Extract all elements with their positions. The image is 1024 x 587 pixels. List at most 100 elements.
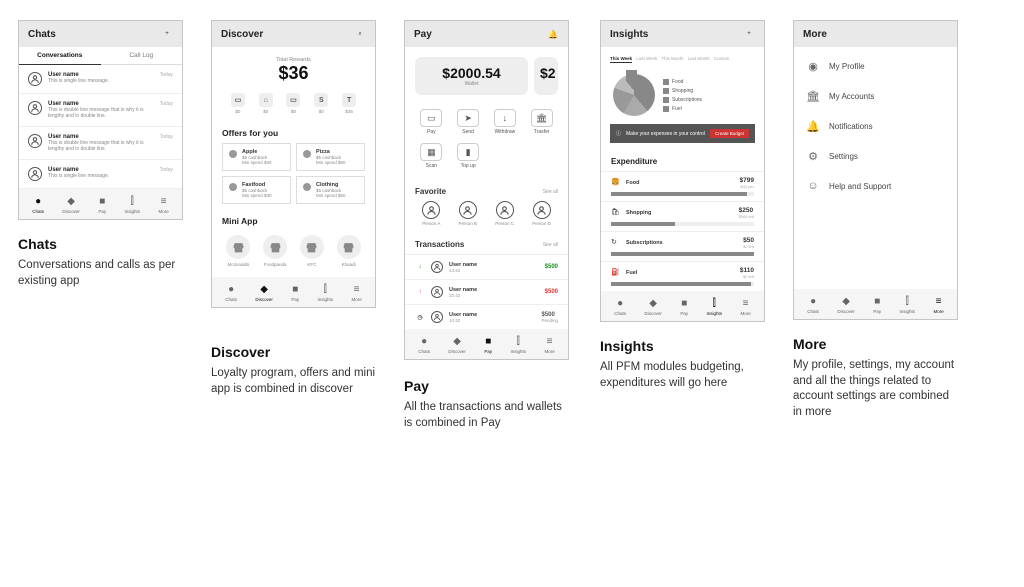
expenditure-list: 🍔Food$799$43 per 🛍Shopping$250$565 left … [601, 171, 764, 291]
add-chat-icon[interactable]: + [161, 28, 173, 40]
period-chip[interactable]: This Week [610, 55, 632, 63]
pay-actions: ▭Pay➤Send↓Withdraw🏛Trasfer ▦Scan▮Top up [405, 103, 568, 179]
tab-insights[interactable]: ⫿Insights [125, 196, 141, 214]
action-icon: ▮ [457, 143, 479, 161]
favorite-person[interactable]: Person C [495, 201, 514, 226]
see-all-link[interactable]: See all [543, 189, 558, 195]
tab-chats[interactable]: ●Chats [418, 336, 430, 354]
tab-chats[interactable]: ●Chats [32, 196, 44, 214]
tab-discover[interactable]: ◆Discover [255, 284, 273, 302]
offer-card[interactable]: Pizza$5 cashbackMin spend $50 [296, 143, 365, 171]
expenditure-row[interactable]: 🍔Food$799$43 per [601, 171, 764, 201]
miniapp-item[interactable]: Khaadi [337, 235, 361, 267]
favorite-person[interactable]: Person B [459, 201, 478, 226]
tab-discover[interactable]: ◆Discover [62, 196, 80, 214]
more-item[interactable]: 🏛My Accounts [794, 81, 957, 111]
tab-pay[interactable]: ■Pay [484, 336, 492, 354]
period-chip[interactable]: Custom [714, 55, 730, 63]
avatar-icon [422, 201, 440, 219]
tab-icon: ⫿ [713, 298, 716, 309]
offer-card[interactable]: Clothing$5 cashbackMin spend $50 [296, 176, 365, 204]
tab-more[interactable]: ≡More [351, 284, 361, 302]
expenditure-row[interactable]: ↻Subscriptions$50$0 left [601, 231, 764, 261]
chat-row[interactable]: User nameThis is double line message tha… [19, 127, 182, 160]
create-budget-button[interactable]: Create Budget [710, 129, 749, 138]
tab-call-log[interactable]: Call Log [101, 47, 183, 65]
miniapp-item[interactable]: KFC [300, 235, 324, 267]
favorite-person[interactable]: Person A [422, 201, 440, 226]
more-item[interactable]: ☺Help and Support [794, 171, 957, 201]
tab-pay[interactable]: ■Pay [873, 296, 881, 314]
tab-pay[interactable]: ■Pay [680, 298, 688, 316]
menu-icon: 🔔 [806, 119, 820, 133]
miniapp-item[interactable]: Foodpanda [263, 235, 287, 267]
more-item[interactable]: ⚙Settings [794, 141, 957, 171]
tab-discover[interactable]: ◆Discover [644, 298, 662, 316]
tab-chats[interactable]: ●Chats [614, 298, 626, 316]
menu-icon: ◉ [806, 59, 820, 73]
transaction-row[interactable]: ↑ User name10:42 $500 [405, 279, 568, 304]
discover-screen: Discover ⌕ Total Rewards $36 ▭$0⌂$0▭$0S$… [211, 20, 376, 308]
more-item[interactable]: 🔔Notifications [794, 111, 957, 141]
category-item[interactable]: S$0 [314, 93, 328, 114]
tab-icon: ≡ [354, 284, 360, 295]
miniapp-item[interactable]: Mcdonalds [226, 235, 250, 267]
chat-row[interactable]: User nameThis is single line message. To… [19, 160, 182, 189]
tab-icon: ⫿ [517, 336, 520, 347]
tab-icon: ■ [292, 284, 298, 295]
pay-screen: Pay 🔔 $2000.54 Wallet $2 ▭Pay➤Send↓Withd… [404, 20, 569, 360]
offer-card[interactable]: Apple$5 cashbackMin spend $30 [222, 143, 291, 171]
tab-discover[interactable]: ◆Discover [837, 296, 855, 314]
avatar-icon [431, 286, 443, 298]
bell-icon[interactable]: 🔔 [547, 28, 559, 40]
legend-item: Shopping [663, 88, 702, 94]
tab-pay[interactable]: ■Pay [98, 196, 106, 214]
tab-pay[interactable]: ■Pay [291, 284, 299, 302]
pay-action-pay[interactable]: ▭Pay [413, 105, 450, 139]
offer-card[interactable]: Fastfood$5 cashbackMin spend $30 [222, 176, 291, 204]
pay-action-withdraw[interactable]: ↓Withdraw [487, 105, 524, 139]
chat-row[interactable]: User nameThis is double line message tha… [19, 94, 182, 127]
category-icon: S [314, 93, 328, 107]
tab-conversations[interactable]: Conversations [19, 47, 101, 65]
wallet-card-next[interactable]: $2 [534, 57, 558, 95]
pay-action-send[interactable]: ➤Send [450, 105, 487, 139]
category-item[interactable]: ▭$0 [286, 93, 300, 114]
tab-icon: ● [421, 336, 427, 347]
pay-action-scan[interactable]: ▦Scan [413, 139, 450, 173]
pay-header: Pay 🔔 [405, 21, 568, 47]
see-all-link[interactable]: See all [543, 242, 558, 248]
category-item[interactable]: ▭$0 [231, 93, 245, 114]
transaction-row[interactable]: ◷ User name10:42 $500Pending [405, 304, 568, 329]
tab-more[interactable]: ≡More [933, 296, 943, 314]
category-item[interactable]: T$35 [342, 93, 356, 114]
tab-insights[interactable]: ⫿Insights [707, 298, 723, 316]
favorite-person[interactable]: Person D [532, 201, 551, 226]
more-item[interactable]: ◉My Profile [794, 51, 957, 81]
tab-more[interactable]: ≡More [158, 196, 168, 214]
tab-more[interactable]: ≡More [740, 298, 750, 316]
tab-more[interactable]: ≡More [544, 336, 554, 354]
expenditure-row[interactable]: ⛽Fuel$110$0 left [601, 261, 764, 291]
category-item[interactable]: ⌂$0 [259, 93, 273, 114]
period-chip[interactable]: Last Month [688, 55, 710, 63]
avatar-icon [431, 261, 443, 273]
search-icon[interactable]: ⌕ [354, 28, 366, 40]
tab-insights[interactable]: ⫿Insights [900, 296, 916, 314]
tab-chats[interactable]: ●Chats [807, 296, 819, 314]
tab-insights[interactable]: ⫿Insights [511, 336, 527, 354]
period-chip[interactable]: Last Week [636, 55, 657, 63]
period-chip[interactable]: This Month [661, 55, 683, 63]
add-icon[interactable]: + [743, 28, 755, 40]
expenditure-row[interactable]: 🛍Shopping$250$565 left [601, 201, 764, 231]
chat-row[interactable]: User nameThis is single line message. To… [19, 65, 182, 94]
tab-insights[interactable]: ⫿Insights [318, 284, 334, 302]
transaction-row[interactable]: ↓ User name14:42 $500 [405, 254, 568, 279]
tab-discover[interactable]: ◆Discover [448, 336, 466, 354]
pay-action-top up[interactable]: ▮Top up [450, 139, 487, 173]
tab-chats[interactable]: ●Chats [225, 284, 237, 302]
pie-block: FoodShoppingSubscriptionsFuel [601, 71, 764, 124]
pay-title: Pay [414, 29, 432, 40]
wallet-card[interactable]: $2000.54 Wallet [415, 57, 528, 95]
pay-action-trasfer[interactable]: 🏛Trasfer [523, 105, 560, 139]
